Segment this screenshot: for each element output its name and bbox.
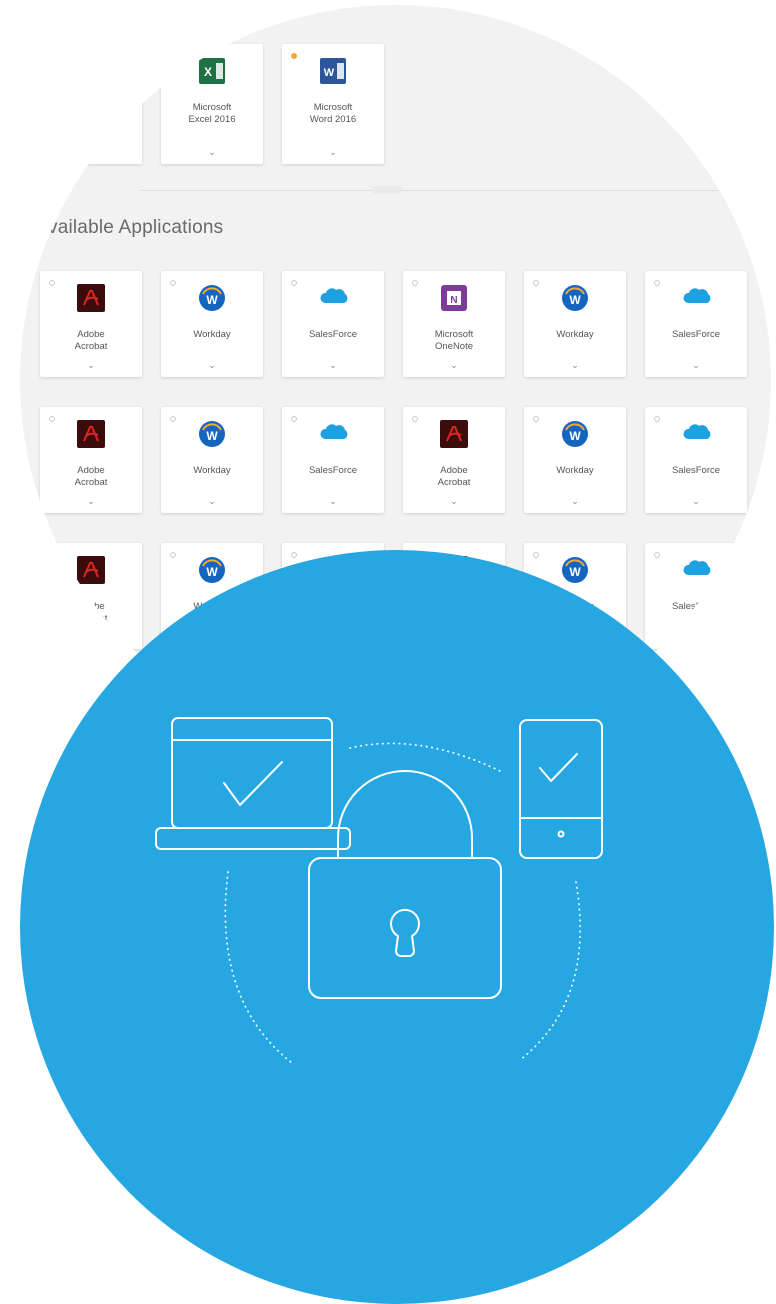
connector-laptop-lock	[224, 871, 293, 1064]
security-illustration	[155, 717, 603, 1064]
phone-check-icon	[519, 719, 603, 859]
padlock-icon	[308, 770, 502, 999]
connector-laptop-phone	[349, 742, 503, 773]
connector-phone-lock	[519, 881, 582, 1061]
laptop-check-icon	[155, 717, 351, 850]
